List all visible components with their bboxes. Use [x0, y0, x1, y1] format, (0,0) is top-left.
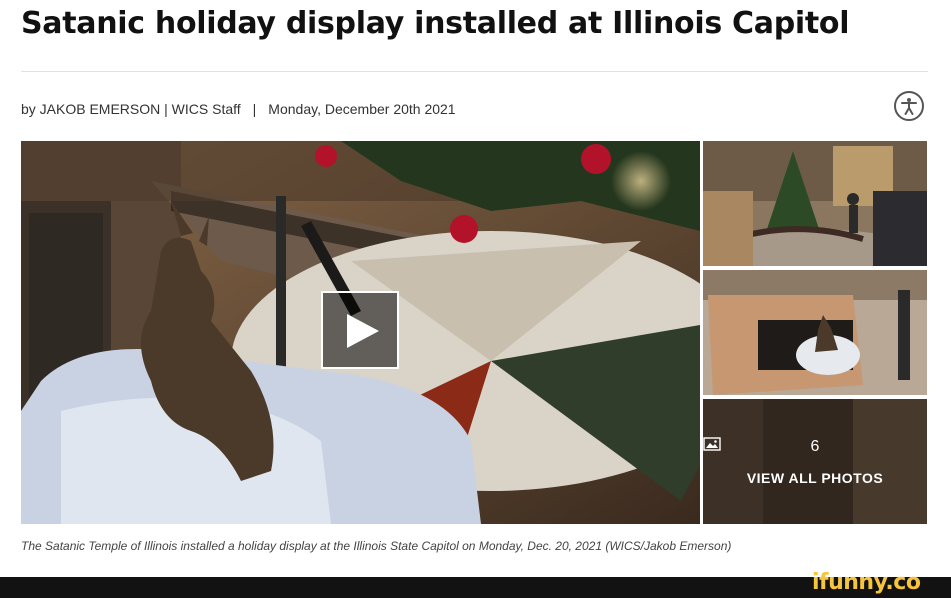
view-all-photos-button[interactable]: 6 VIEW ALL PHOTOS	[703, 399, 927, 524]
footer-bar	[0, 577, 951, 598]
image-icon	[703, 437, 721, 451]
thumbnail-image	[703, 399, 927, 524]
photo-count-value: 6	[810, 438, 820, 455]
article-headline: Satanic holiday display installed at Ill…	[21, 6, 850, 41]
accessibility-icon	[901, 98, 917, 115]
byline-date: Monday, December 20th 2021	[268, 101, 456, 117]
article-byline: by JAKOB EMERSON | WICS Staff | Monday, De…	[21, 99, 456, 119]
header-divider	[21, 71, 928, 72]
play-button[interactable]	[321, 291, 399, 369]
gallery-thumbnail[interactable]	[703, 270, 927, 395]
gallery-thumbnail[interactable]	[703, 141, 927, 266]
byline-separator: |	[252, 101, 257, 117]
play-icon	[347, 314, 379, 348]
thumbnail-image	[703, 141, 927, 266]
thumbnail-image	[703, 270, 927, 395]
photo-caption: The Satanic Temple of Illinois installed…	[21, 539, 732, 553]
view-all-photos-label: VIEW ALL PHOTOS	[746, 470, 884, 486]
accessibility-button[interactable]	[894, 91, 924, 121]
photo-count: 6	[703, 437, 927, 457]
ifunny-watermark: ifunny.co	[812, 570, 921, 595]
byline-author: by JAKOB EMERSON | WICS Staff	[21, 101, 241, 117]
main-photo[interactable]	[21, 141, 700, 524]
